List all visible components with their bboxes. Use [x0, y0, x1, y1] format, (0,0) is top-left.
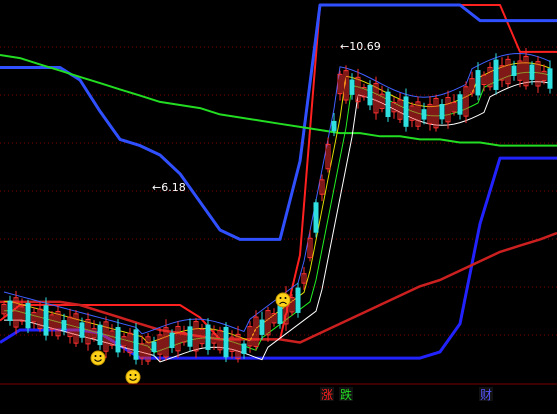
eye-icon	[134, 374, 137, 376]
candle-body	[115, 327, 121, 353]
candle-body	[25, 302, 31, 329]
series-line-3	[0, 3, 557, 241]
candle-body	[61, 320, 67, 331]
candle-body	[331, 120, 337, 132]
candle-body	[151, 341, 157, 352]
footer-tag: 财	[480, 388, 492, 402]
candle-body	[457, 94, 463, 115]
candle-body	[97, 324, 103, 346]
candle-body	[403, 96, 409, 127]
candle-body	[367, 84, 373, 106]
frown-face-icon	[275, 292, 291, 308]
candle-body	[7, 300, 13, 321]
candle-body	[439, 103, 445, 120]
candle-body	[79, 322, 85, 338]
eye-icon	[129, 374, 132, 376]
footer-tag: 涨	[321, 387, 333, 402]
candle-body	[529, 64, 535, 80]
candle-body	[187, 326, 193, 347]
candle-body	[223, 326, 229, 358]
candle-body	[385, 91, 391, 118]
candle-body	[511, 65, 517, 76]
eye-icon	[279, 297, 282, 299]
candle-body	[133, 329, 139, 360]
candle-body	[43, 305, 49, 336]
footer-tags: 涨跌 财	[320, 387, 493, 402]
candle-body	[313, 202, 319, 233]
candle-body	[241, 343, 247, 354]
series-line-1	[0, 4, 557, 341]
eye-icon	[284, 297, 287, 299]
candle-body	[349, 79, 355, 95]
candle-body	[475, 70, 481, 96]
price-label: ←6.18	[152, 181, 186, 194]
smile-face-icon	[90, 350, 106, 366]
eye-icon	[94, 355, 97, 357]
smile-face-icon	[125, 369, 141, 385]
price-label: ←10.69	[340, 40, 381, 53]
candle-body	[205, 324, 211, 350]
eye-icon	[99, 355, 102, 357]
candle-body	[295, 287, 301, 313]
candlesticks	[1, 48, 553, 366]
candle-body	[259, 319, 265, 335]
stock-chart: ←10.69 ←6.18 涨跌 财	[0, 3, 557, 402]
candle-body	[169, 332, 175, 349]
candle-body	[421, 109, 427, 120]
footer-tag: 跌	[340, 387, 352, 402]
series-line-4	[0, 54, 557, 147]
candle-body	[547, 68, 553, 89]
candle-body	[493, 59, 499, 90]
